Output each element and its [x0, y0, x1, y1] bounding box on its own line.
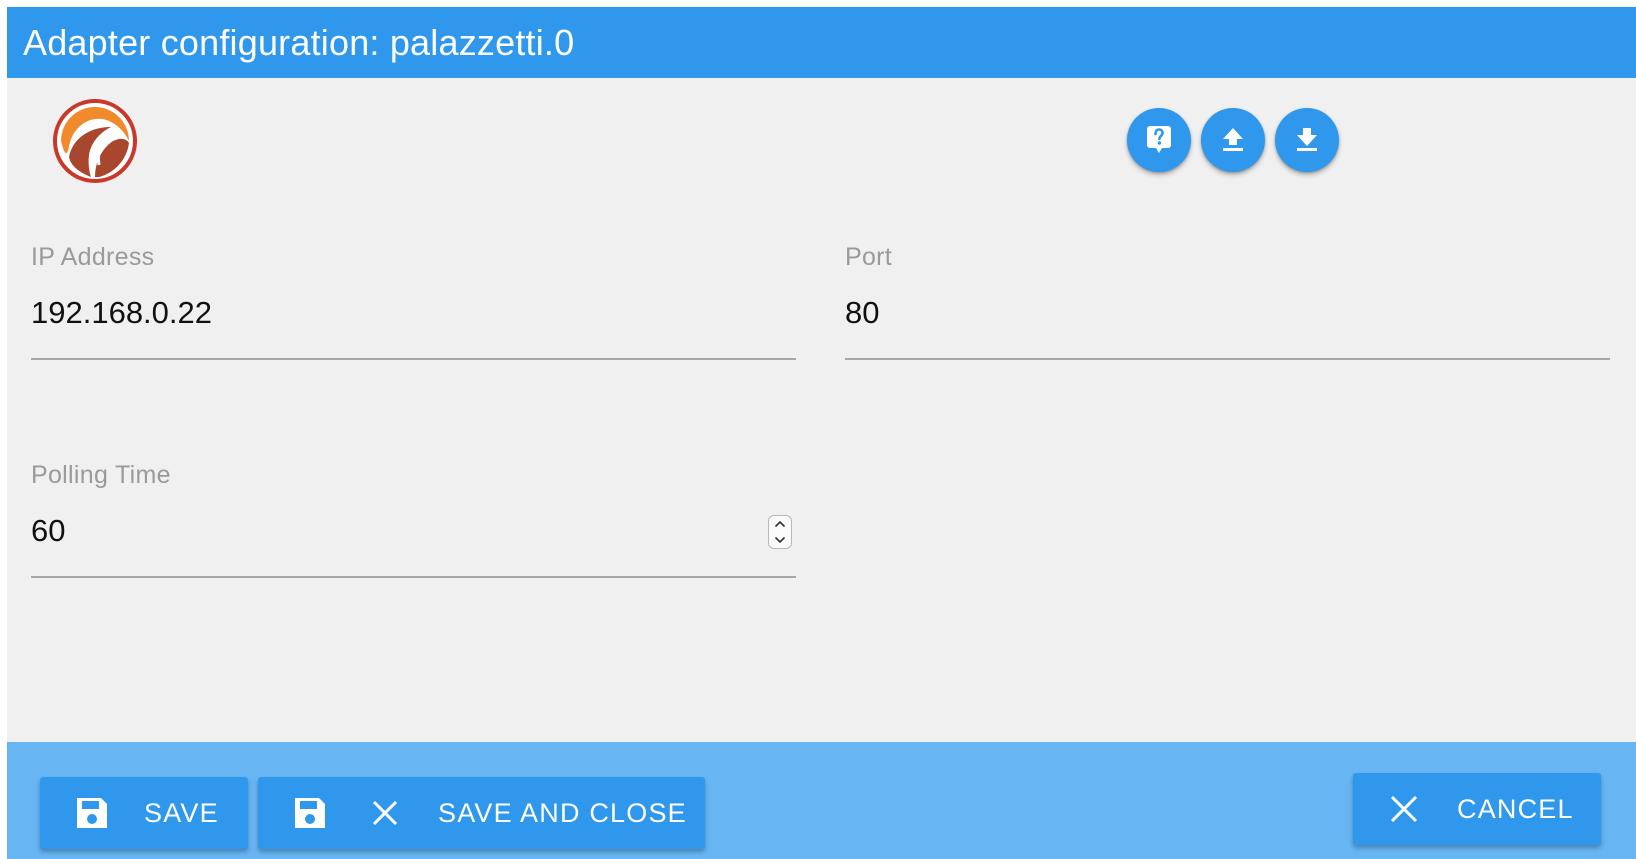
chevron-up-icon: [774, 520, 786, 528]
cancel-button[interactable]: CANCEL: [1353, 773, 1601, 845]
ip-address-label: IP Address: [31, 243, 155, 271]
port-input[interactable]: [845, 295, 1610, 331]
download-icon: [1291, 123, 1323, 158]
download-button[interactable]: [1275, 108, 1339, 172]
save-button[interactable]: SAVE: [40, 777, 248, 849]
window-title: Adapter configuration: palazzetti.0: [23, 21, 575, 63]
title-bar: Adapter configuration: palazzetti.0: [7, 7, 1636, 78]
upload-button[interactable]: [1201, 108, 1265, 172]
close-icon: [372, 800, 398, 826]
adapter-config-dialog: Adapter configuration: palazzetti.0 IP A…: [7, 7, 1636, 859]
toolbar-actions: [1127, 108, 1339, 172]
save-and-close-button[interactable]: SAVE AND CLOSE: [258, 777, 705, 849]
save-icon: [77, 798, 107, 828]
cancel-button-label: CANCEL: [1457, 793, 1574, 824]
stepper-down-button[interactable]: [772, 534, 788, 547]
polling-time-underline: [31, 576, 796, 578]
save-button-label: SAVE: [144, 797, 219, 828]
ip-address-underline: [31, 358, 796, 360]
ip-address-input[interactable]: [31, 295, 796, 331]
save-icon: [295, 798, 325, 828]
chevron-down-icon: [774, 536, 786, 544]
polling-time-input[interactable]: [31, 513, 796, 549]
save-and-close-button-label: SAVE AND CLOSE: [438, 797, 687, 828]
port-label: Port: [845, 243, 893, 271]
polling-time-field: Polling Time: [31, 461, 796, 581]
close-icon: [1390, 795, 1418, 823]
stepper-up-button[interactable]: [772, 518, 788, 531]
polling-time-label: Polling Time: [31, 461, 171, 489]
help-button[interactable]: [1127, 108, 1191, 172]
palazzetti-flame-logo-icon: [51, 97, 139, 185]
polling-time-stepper: [768, 515, 792, 549]
ip-address-field: IP Address: [31, 243, 796, 363]
footer-bar: SAVE SAVE AND CLOSE CANCEL: [7, 742, 1636, 859]
port-underline: [845, 358, 1610, 360]
help-icon: [1143, 123, 1175, 158]
upload-icon: [1217, 123, 1249, 158]
port-field: Port: [845, 243, 1610, 363]
